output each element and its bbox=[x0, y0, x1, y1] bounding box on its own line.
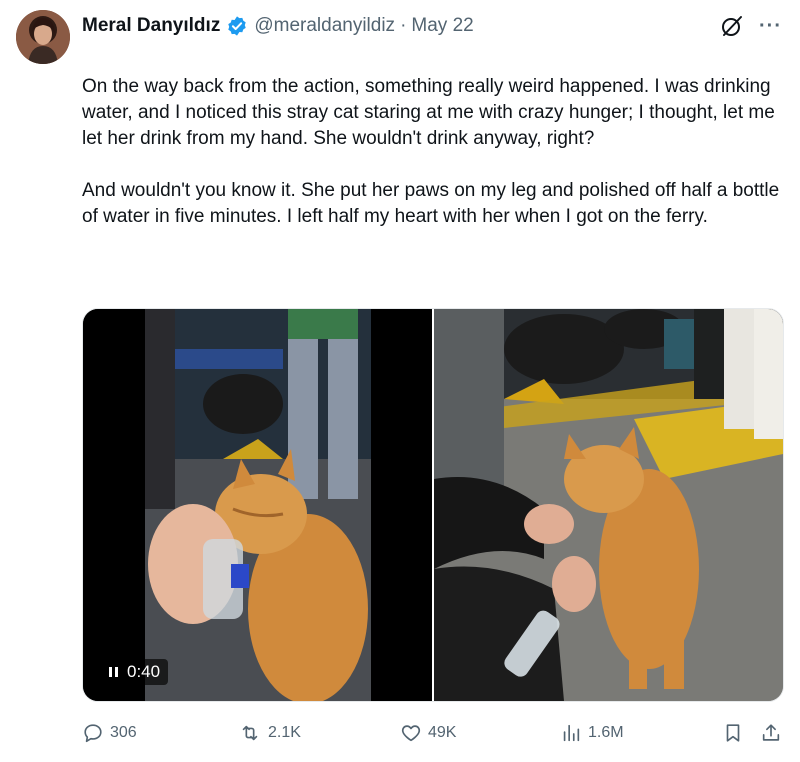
grok-slash-icon[interactable] bbox=[719, 13, 745, 39]
views-button[interactable]: 1.6M bbox=[560, 722, 624, 744]
views-count: 1.6M bbox=[588, 724, 624, 741]
bookmark-button[interactable] bbox=[722, 722, 744, 744]
tweet-text: On the way back from the action, somethi… bbox=[82, 74, 782, 256]
more-options-icon[interactable]: ··· bbox=[759, 15, 782, 38]
author-name[interactable]: Meral Danyıldız bbox=[82, 15, 220, 37]
avatar-woman-icon bbox=[16, 10, 70, 64]
repost-count: 2.1K bbox=[268, 724, 301, 741]
verified-badge-icon bbox=[226, 15, 248, 37]
tweet-paragraph-1: On the way back from the action, somethi… bbox=[82, 76, 775, 149]
reply-icon bbox=[84, 724, 102, 743]
like-button[interactable]: 49K bbox=[400, 722, 456, 744]
tweet-media: 0:40 bbox=[82, 308, 784, 702]
tweet-paragraph-2: And wouldn't you know it. She put her pa… bbox=[82, 180, 780, 227]
repost-button[interactable]: 2.1K bbox=[238, 722, 301, 744]
share-button[interactable] bbox=[760, 722, 782, 744]
pause-icon[interactable] bbox=[109, 666, 119, 678]
heart-icon bbox=[401, 725, 421, 742]
video-cat-drinking bbox=[83, 309, 432, 701]
tweet-header: Meral Danyıldız @meraldanyildiz · May 22… bbox=[82, 12, 782, 40]
action-bar: 306 2.1K 49K 1.6M bbox=[82, 718, 782, 748]
separator-dot: · bbox=[400, 15, 407, 36]
photo-cat-standing bbox=[434, 309, 783, 701]
bookmark-icon bbox=[726, 724, 740, 742]
video-timer: 0:40 bbox=[101, 659, 169, 685]
video-time: 0:40 bbox=[127, 662, 161, 681]
repost-icon bbox=[242, 725, 258, 741]
photo[interactable] bbox=[434, 309, 783, 701]
views-chart-icon bbox=[563, 724, 580, 742]
author-handle[interactable]: @meraldanyildiz bbox=[254, 15, 395, 37]
avatar[interactable] bbox=[16, 10, 70, 64]
like-count: 49K bbox=[428, 724, 457, 741]
reply-count: 306 bbox=[110, 724, 137, 741]
share-icon bbox=[762, 724, 780, 741]
video-player[interactable]: 0:40 bbox=[83, 309, 432, 701]
tweet-date[interactable]: May 22 bbox=[411, 15, 473, 37]
reply-button[interactable]: 306 bbox=[82, 722, 137, 744]
